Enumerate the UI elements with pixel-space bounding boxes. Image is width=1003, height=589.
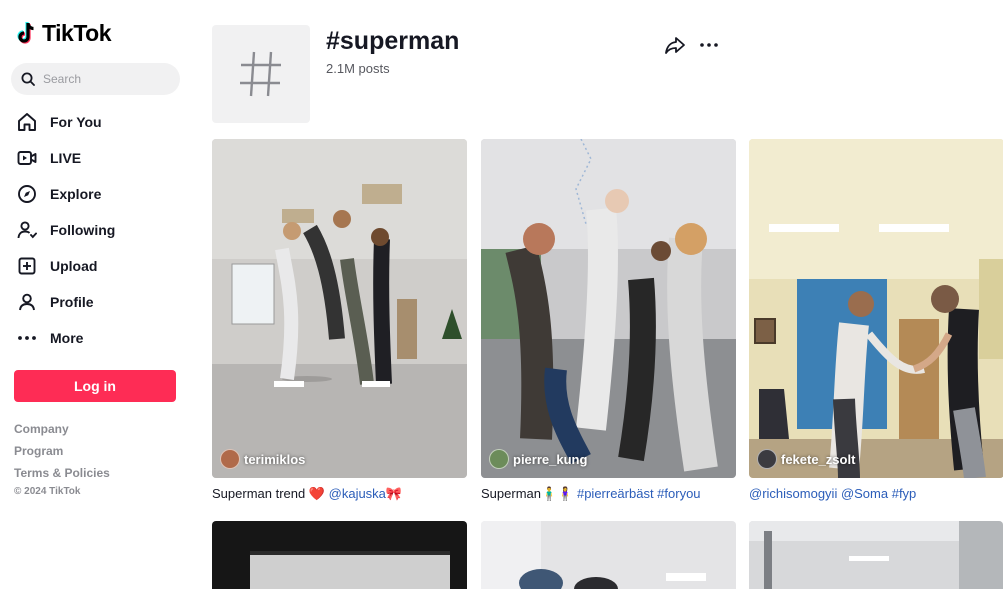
more-dots-icon	[16, 327, 38, 349]
footer-links: Company Program Terms & Policies © 2024 …	[14, 418, 110, 497]
video-frame	[212, 521, 467, 589]
nav-item-live[interactable]: LIVE	[16, 140, 115, 176]
avatar	[220, 449, 240, 469]
following-icon	[16, 219, 38, 241]
footer-link-program[interactable]: Program	[14, 440, 110, 462]
video-frame	[481, 139, 736, 478]
search-icon	[21, 72, 35, 86]
nav-label: LIVE	[50, 150, 82, 166]
video-caption[interactable]: Superman trend ❤️ @kajuska🎀	[212, 485, 467, 503]
video-card[interactable]: pierre_kung Superman🧍‍♂️🧍‍♀️ #pierreärbä…	[481, 139, 736, 503]
nav-item-upload[interactable]: Upload	[16, 248, 115, 284]
video-frame	[749, 139, 1003, 478]
caption-tags[interactable]: #pierreärbäst #foryou	[577, 486, 701, 501]
nav-label: Explore	[50, 186, 102, 202]
more-dots-icon	[700, 43, 718, 47]
share-icon	[665, 37, 685, 54]
sidebar: TikTok For You LIVE Explore	[0, 0, 192, 589]
caption-tags[interactable]: @kajuska🎀	[329, 486, 402, 501]
profile-icon	[16, 291, 38, 313]
nav-label: Following	[50, 222, 116, 238]
home-icon	[16, 111, 38, 133]
caption-text: Superman🧍‍♂️🧍‍♀️	[481, 486, 577, 501]
nav-label: More	[50, 330, 84, 346]
hashtag-avatar	[212, 25, 310, 123]
caption-text: Superman trend ❤️	[212, 486, 329, 501]
nav-label: Upload	[50, 258, 98, 274]
video-caption[interactable]: @richisomogyii @Soma #fyp	[749, 485, 1003, 503]
avatar	[489, 449, 509, 469]
tiktok-logo[interactable]: TikTok	[16, 20, 112, 47]
video-frame	[481, 521, 736, 589]
video-card[interactable]: terimiklos Superman trend ❤️ @kajuska🎀	[212, 139, 467, 503]
search-input[interactable]	[43, 72, 163, 86]
footer-link-terms[interactable]: Terms & Policies	[14, 462, 110, 484]
video-thumbnail[interactable]: fekete_zsolt	[749, 139, 1003, 478]
upload-icon	[16, 255, 38, 277]
video-frame	[749, 521, 1003, 589]
video-author[interactable]: terimiklos	[220, 449, 305, 469]
page-title: #superman	[326, 27, 460, 55]
video-thumbnail[interactable]	[749, 521, 1003, 589]
hashtag-icon	[240, 51, 281, 97]
caption-tags[interactable]: @richisomogyii @Soma #fyp	[749, 486, 916, 501]
search-bar[interactable]	[11, 63, 180, 95]
nav-label: Profile	[50, 294, 94, 310]
nav-item-explore[interactable]: Explore	[16, 176, 115, 212]
main-nav: For You LIVE Explore Following Upload Pr…	[16, 104, 115, 356]
nav-item-more[interactable]: More	[16, 320, 115, 356]
video-thumbnail[interactable]	[481, 521, 736, 589]
post-count: 2.1M posts	[326, 61, 390, 76]
video-author[interactable]: pierre_kung	[489, 449, 587, 469]
nav-item-for-you[interactable]: For You	[16, 104, 115, 140]
avatar	[757, 449, 777, 469]
logo-text: TikTok	[42, 20, 112, 46]
video-author[interactable]: fekete_zsolt	[757, 449, 855, 469]
video-caption[interactable]: Superman🧍‍♂️🧍‍♀️ #pierreärbäst #foryou	[481, 485, 736, 503]
video-thumbnail[interactable]: terimiklos	[212, 139, 467, 478]
video-thumbnail[interactable]	[212, 521, 467, 589]
footer-link-company[interactable]: Company	[14, 418, 110, 440]
nav-item-profile[interactable]: Profile	[16, 284, 115, 320]
nav-item-following[interactable]: Following	[16, 212, 115, 248]
author-name: pierre_kung	[513, 451, 588, 467]
copyright: © 2024 TikTok	[14, 486, 81, 497]
author-name: fekete_zsolt	[781, 451, 856, 467]
tiktok-note-icon	[17, 21, 34, 44]
video-frame	[212, 139, 467, 478]
share-button[interactable]	[664, 34, 686, 56]
nav-label: For You	[50, 114, 102, 130]
more-options-button[interactable]	[698, 34, 720, 56]
video-thumbnail[interactable]: pierre_kung	[481, 139, 736, 478]
live-icon	[16, 147, 38, 169]
author-name: terimiklos	[244, 451, 306, 467]
video-card[interactable]: fekete_zsolt @richisomogyii @Soma #fyp	[749, 139, 1003, 503]
login-button[interactable]: Log in	[14, 370, 176, 402]
compass-icon	[16, 183, 38, 205]
